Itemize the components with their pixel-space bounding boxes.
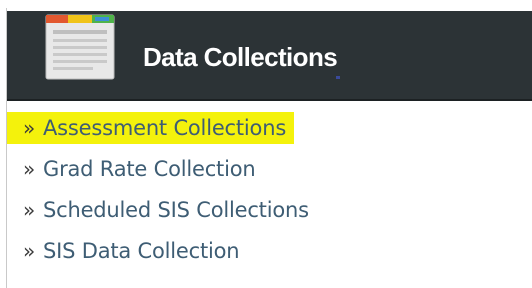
panel-header: Data Collections <box>7 11 532 101</box>
document-list-icon <box>45 14 115 80</box>
link-grad-rate-collection[interactable]: » Grad Rate Collection <box>7 153 256 185</box>
link-label: Grad Rate Collection <box>43 157 256 181</box>
link-label: Scheduled SIS Collections <box>43 198 309 222</box>
chevron-right-icon: » <box>22 198 35 222</box>
link-label: SIS Data Collection <box>43 239 240 263</box>
chevron-right-icon: » <box>22 239 35 263</box>
link-sis-data-collection[interactable]: » SIS Data Collection <box>7 235 240 267</box>
link-scheduled-sis-collections[interactable]: » Scheduled SIS Collections <box>7 194 309 226</box>
data-collections-panel: Data Collections » Assessment Collections… <box>6 8 532 288</box>
page-title: Data Collections <box>143 42 338 72</box>
title-cursor-mark <box>336 76 340 79</box>
link-label: Assessment Collections <box>43 116 287 140</box>
link-assessment-collections[interactable]: » Assessment Collections <box>7 112 295 144</box>
chevron-right-icon: » <box>22 157 35 181</box>
chevron-right-icon: » <box>22 116 35 140</box>
